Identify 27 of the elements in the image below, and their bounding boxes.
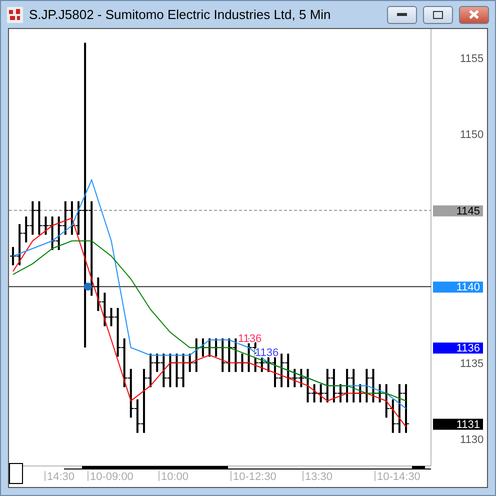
line-label: 1136 <box>238 333 262 345</box>
time-label: 14:30 <box>47 471 75 483</box>
marker-dot-icon <box>84 282 92 291</box>
scrollbar-thumb[interactable] <box>412 466 425 469</box>
price-label: 1135 <box>460 358 484 370</box>
window-title: S.JP.J5802 - Sumitomo Electric Industries Ltd, 5 Min <box>29 7 332 22</box>
price-tag: 1131 <box>433 418 483 431</box>
price-label: 1155 <box>460 53 484 65</box>
close-button[interactable] <box>459 6 489 24</box>
time-label: 10-12:30 <box>233 471 276 483</box>
price-tag: 1145 <box>433 205 483 218</box>
chart-app-icon <box>7 6 23 22</box>
price-tag: 1136 <box>433 342 483 355</box>
price-label: 1150 <box>460 129 484 142</box>
scrollbar-thumb[interactable] <box>82 466 228 469</box>
time-label: 10-09:00 <box>90 471 134 483</box>
close-icon <box>469 10 479 19</box>
price-label: 1130 <box>460 434 484 446</box>
price-tag: 1140 <box>433 282 483 294</box>
time-label: 13:30 <box>305 471 333 483</box>
minimize-button[interactable] <box>387 6 417 24</box>
minimize-icon <box>397 12 407 16</box>
maximize-button[interactable] <box>423 6 453 24</box>
time-label: 10-14:30 <box>377 471 420 483</box>
time-label: 10:00 <box>161 471 189 483</box>
scroll-box[interactable] <box>9 463 23 484</box>
maximize-icon <box>433 10 443 18</box>
